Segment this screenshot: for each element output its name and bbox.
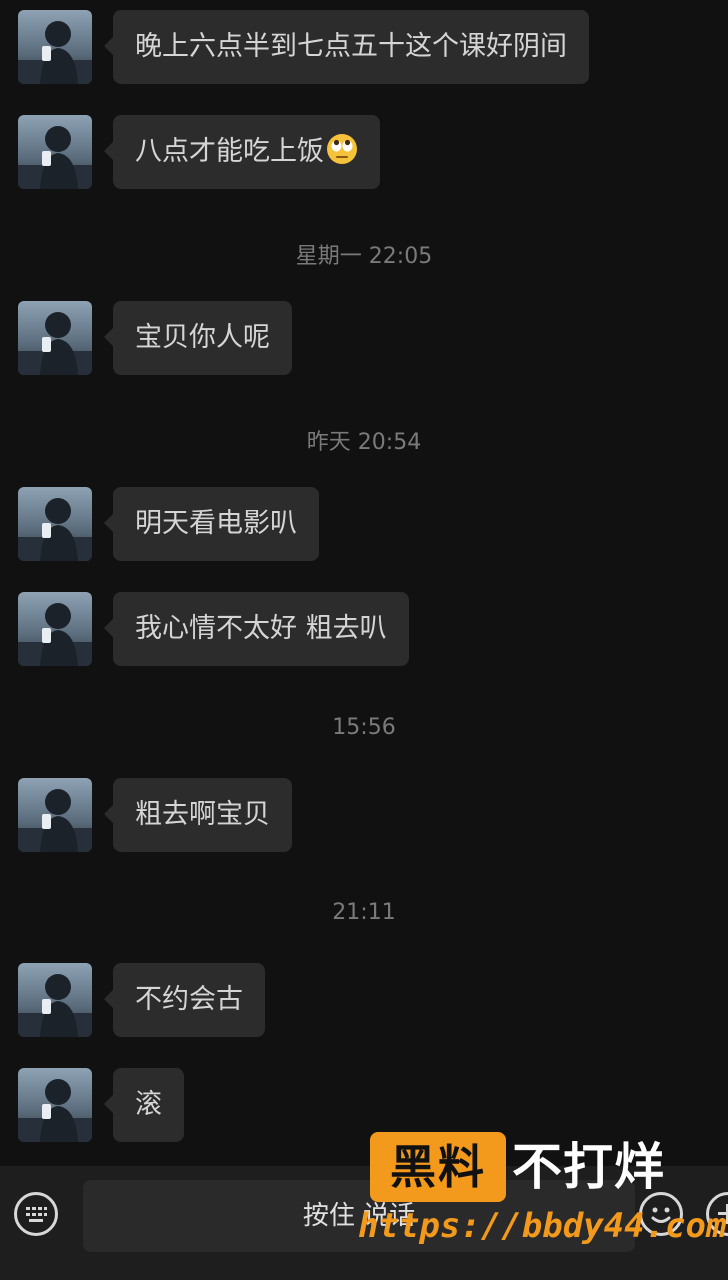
avatar[interactable]	[18, 592, 92, 666]
timestamp: 昨天 20:54	[306, 430, 422, 455]
message-text: 不约会古	[135, 984, 243, 1015]
message-text: 晚上六点半到七点五十这个课好阴间	[135, 31, 567, 62]
watermark-brand: 黑料	[370, 1132, 506, 1202]
message-text: 八点才能吃上饭	[135, 136, 324, 167]
avatar[interactable]	[18, 487, 92, 561]
avatar[interactable]	[18, 301, 92, 375]
timestamp: 21:11	[332, 900, 396, 925]
chat-message-list[interactable]: 晚上六点半到七点五十这个课好阴间 八点才能吃上饭 星期一 22:05 宝贝你人呢…	[0, 0, 728, 1166]
message-text: 粗去啊宝贝	[135, 799, 270, 830]
timestamp: 15:56	[332, 715, 396, 740]
watermark-brand-tail: 不打烊	[512, 1138, 665, 1196]
message-bubble[interactable]: 宝贝你人呢	[104, 301, 292, 375]
message-bubble[interactable]: 八点才能吃上饭	[104, 115, 380, 189]
message-bubble[interactable]: 不约会古	[104, 963, 265, 1037]
eye-roll-emoji-icon	[326, 120, 358, 164]
message-bubble[interactable]: 明天看电影叭	[104, 487, 319, 561]
timestamp: 星期一 22:05	[295, 244, 433, 269]
avatar[interactable]	[18, 10, 92, 84]
message-bubble[interactable]: 滚	[104, 1068, 184, 1142]
watermark: 黑料 不打烊 https://bbdy44.com	[352, 1128, 726, 1258]
message-bubble[interactable]: 我心情不太好 粗去叭	[104, 592, 409, 666]
message-bubble[interactable]: 粗去啊宝贝	[104, 778, 292, 852]
watermark-url: https://bbdy44.com	[358, 1206, 727, 1246]
keyboard-icon[interactable]	[14, 1192, 58, 1236]
avatar[interactable]	[18, 1068, 92, 1142]
message-text: 我心情不太好 粗去叭	[135, 613, 387, 644]
avatar[interactable]	[18, 115, 92, 189]
message-text: 宝贝你人呢	[135, 322, 270, 353]
message-text: 滚	[135, 1089, 162, 1120]
message-text: 明天看电影叭	[135, 508, 297, 539]
avatar[interactable]	[18, 963, 92, 1037]
avatar[interactable]	[18, 778, 92, 852]
message-bubble[interactable]: 晚上六点半到七点五十这个课好阴间	[104, 10, 589, 84]
